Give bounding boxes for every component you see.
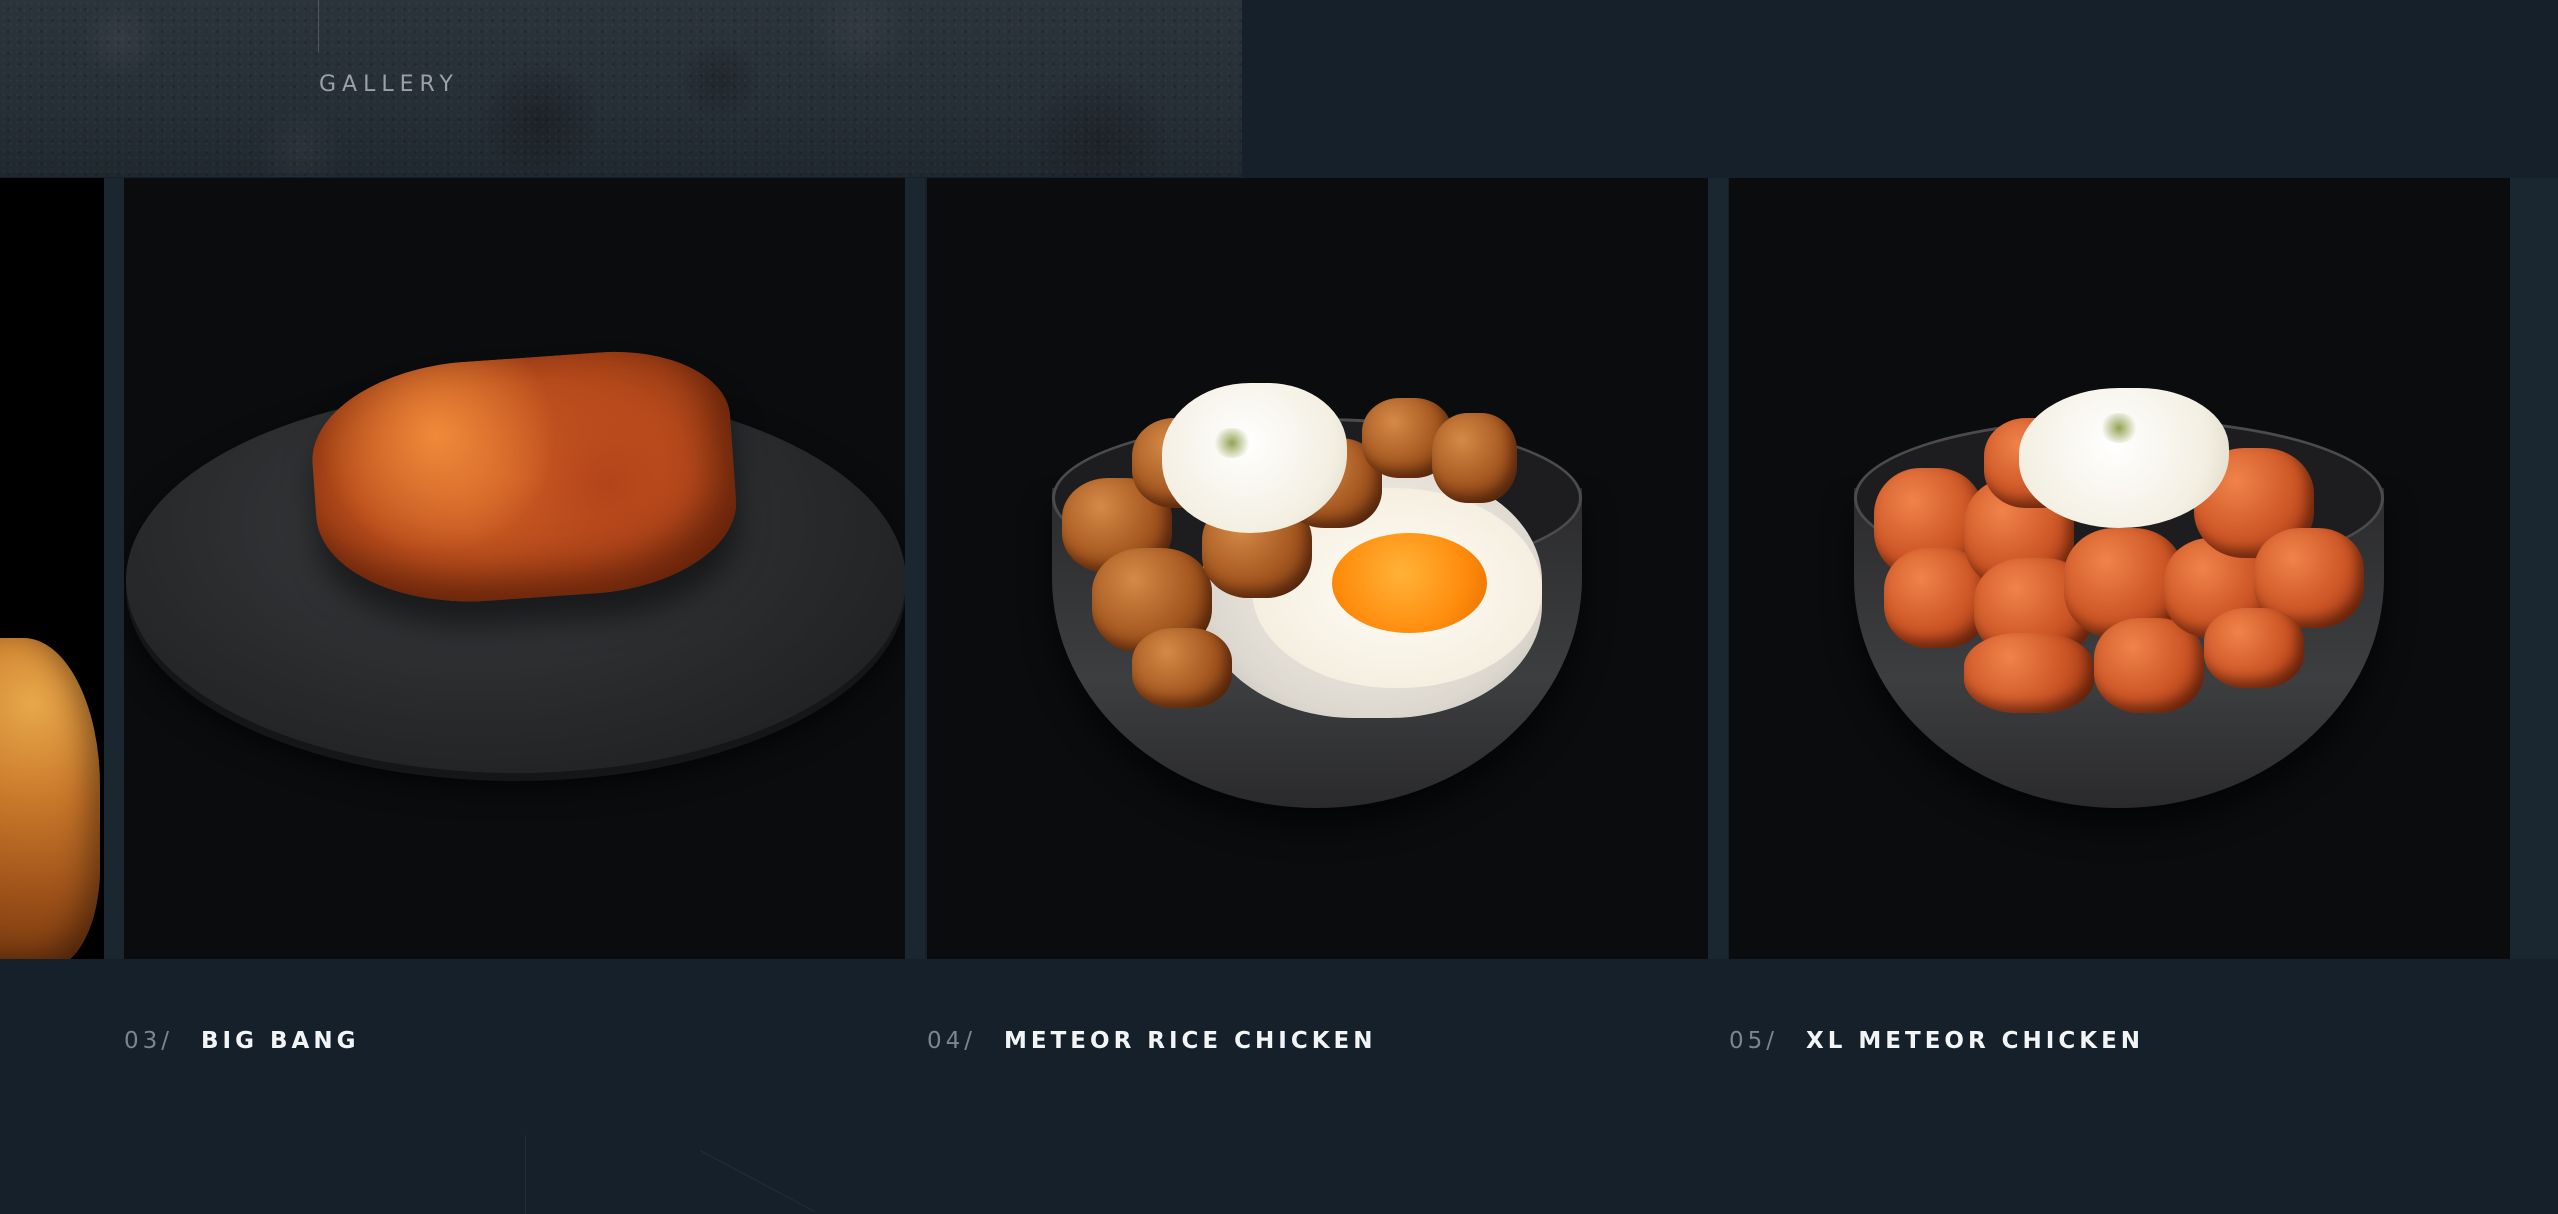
card-gap <box>2510 178 2558 959</box>
gallery-card-xl-meteor-chicken[interactable] <box>1729 178 2510 959</box>
decorative-line <box>525 1135 526 1214</box>
caption-meteor-rice-chicken[interactable]: 04/ METEOR RICE CHICKEN <box>927 1028 1377 1054</box>
chicken-chunk <box>2204 608 2304 688</box>
caption-big-bang[interactable]: 03/ BIG BANG <box>124 1028 359 1054</box>
card-gap <box>104 178 124 959</box>
fried-chicken-image <box>0 638 100 959</box>
gallery-card-big-bang[interactable] <box>124 178 905 959</box>
card-gap <box>905 178 925 959</box>
chicken-chunk <box>1132 628 1232 708</box>
gallery-card-meteor-rice-chicken[interactable] <box>927 178 1708 959</box>
egg-yolk <box>1332 533 1487 633</box>
herb-garnish <box>1212 428 1252 458</box>
card-gap <box>1708 178 1728 959</box>
item-title: XL METEOR CHICKEN <box>1806 1028 2145 1054</box>
caption-xl-meteor-chicken[interactable]: 05/ XL METEOR CHICKEN <box>1729 1028 2144 1054</box>
chicken-chunk <box>1432 413 1517 503</box>
header-divider-line <box>318 0 319 52</box>
decorative-line <box>699 1150 816 1212</box>
fried-chicken-image <box>306 343 742 613</box>
herb-garnish <box>2099 413 2139 443</box>
item-number: 03/ <box>124 1028 174 1054</box>
header-texture-banner <box>0 0 1242 177</box>
chicken-chunk <box>1964 633 2094 713</box>
gallery-card-previous[interactable] <box>0 178 104 959</box>
chicken-bowl-image <box>1854 378 2384 808</box>
item-title: METEOR RICE CHICKEN <box>1004 1028 1377 1054</box>
gallery-page: GALLERY 03/ BIG BANG 04/ METEOR RICE CHI… <box>0 0 2558 1214</box>
item-number: 04/ <box>927 1028 977 1054</box>
item-title: BIG BANG <box>201 1028 360 1054</box>
item-number: 05/ <box>1729 1028 1779 1054</box>
section-title: GALLERY <box>319 72 459 97</box>
rice-bowl-image <box>1052 378 1582 808</box>
